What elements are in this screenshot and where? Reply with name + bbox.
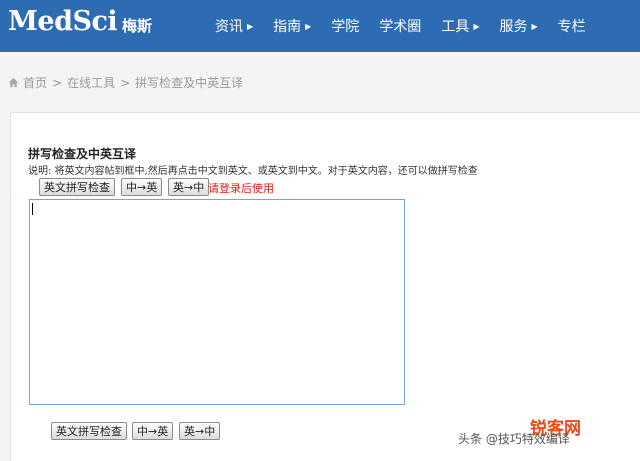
nav-item-academic-circle[interactable]: 学术圈 — [369, 16, 431, 36]
caret-right-icon: ▶ — [305, 21, 312, 31]
nav-item-guides[interactable]: 指南 ▶ — [263, 16, 321, 36]
text-cursor — [32, 203, 33, 215]
nav-item-academy[interactable]: 学院 — [321, 16, 369, 36]
home-icon — [8, 77, 19, 88]
en-to-zh-button-bottom[interactable]: 英→中 — [179, 422, 221, 440]
site-logo-cn[interactable]: 梅斯 — [122, 15, 152, 36]
breadcrumb-current: 拼写检查及中英互译 — [135, 76, 244, 90]
spell-check-button-top[interactable]: 英文拼写检查 — [39, 178, 115, 196]
tool-description: 说明: 将英文内容帖到框中,然后再点击中文到英文、或英文到中文。对于英文内容，还… — [28, 166, 478, 177]
breadcrumb-separator: > — [52, 75, 63, 90]
zh-to-en-button-bottom[interactable]: 中→英 — [132, 422, 174, 440]
caret-right-icon: ▶ — [473, 21, 480, 31]
breadcrumb-tools-link[interactable]: 在线工具 — [67, 74, 115, 91]
nav-item-label: 学术圈 — [379, 19, 422, 35]
nav-item-label: 学院 — [331, 19, 360, 35]
tool-panel: 拼写检查及中英互译 说明: 将英文内容帖到框中,然后再点击中文到英文、或英文到中… — [10, 112, 640, 461]
nav-item-news[interactable]: 资讯 ▶ — [205, 16, 263, 36]
main-nav: 资讯 ▶ 指南 ▶ 学院 学术圈 工具 ▶ 服务 ▶ 专栏 — [205, 0, 596, 52]
text-input-area[interactable] — [29, 199, 405, 405]
nav-item-services[interactable]: 服务 ▶ — [489, 16, 547, 36]
site-logo[interactable]: MedSci — [8, 6, 118, 37]
nav-item-tools[interactable]: 工具 ▶ — [431, 16, 489, 36]
nav-item-label: 专栏 — [557, 19, 586, 35]
caret-right-icon: ▶ — [247, 21, 254, 31]
nav-item-columns[interactable]: 专栏 — [548, 16, 596, 36]
spell-check-button-bottom[interactable]: 英文拼写检查 — [51, 422, 127, 440]
watermark-caption: 头条 @技巧特效编译 — [458, 432, 570, 446]
top-header: MedSci 梅斯 资讯 ▶ 指南 ▶ 学院 学术圈 工具 ▶ 服务 ▶ 专栏 — [0, 0, 640, 52]
nav-item-label: 服务 — [499, 19, 528, 35]
caret-right-icon: ▶ — [531, 21, 538, 31]
nav-item-label: 资讯 — [215, 19, 243, 35]
breadcrumb: 首页 > 在线工具 > 拼写检查及中英互译 — [8, 74, 243, 91]
zh-to-en-button-top[interactable]: 中→英 — [121, 178, 163, 196]
breadcrumb-home-link[interactable]: 首页 — [23, 74, 47, 91]
page-title: 拼写检查及中英互译 — [28, 147, 137, 161]
en-to-zh-button-top[interactable]: 英→中 — [168, 178, 210, 196]
login-required-note[interactable]: 请登录后使用 — [208, 180, 274, 196]
breadcrumb-separator: > — [120, 75, 131, 90]
nav-item-label: 指南 — [273, 19, 302, 35]
nav-item-label: 工具 — [441, 19, 470, 35]
